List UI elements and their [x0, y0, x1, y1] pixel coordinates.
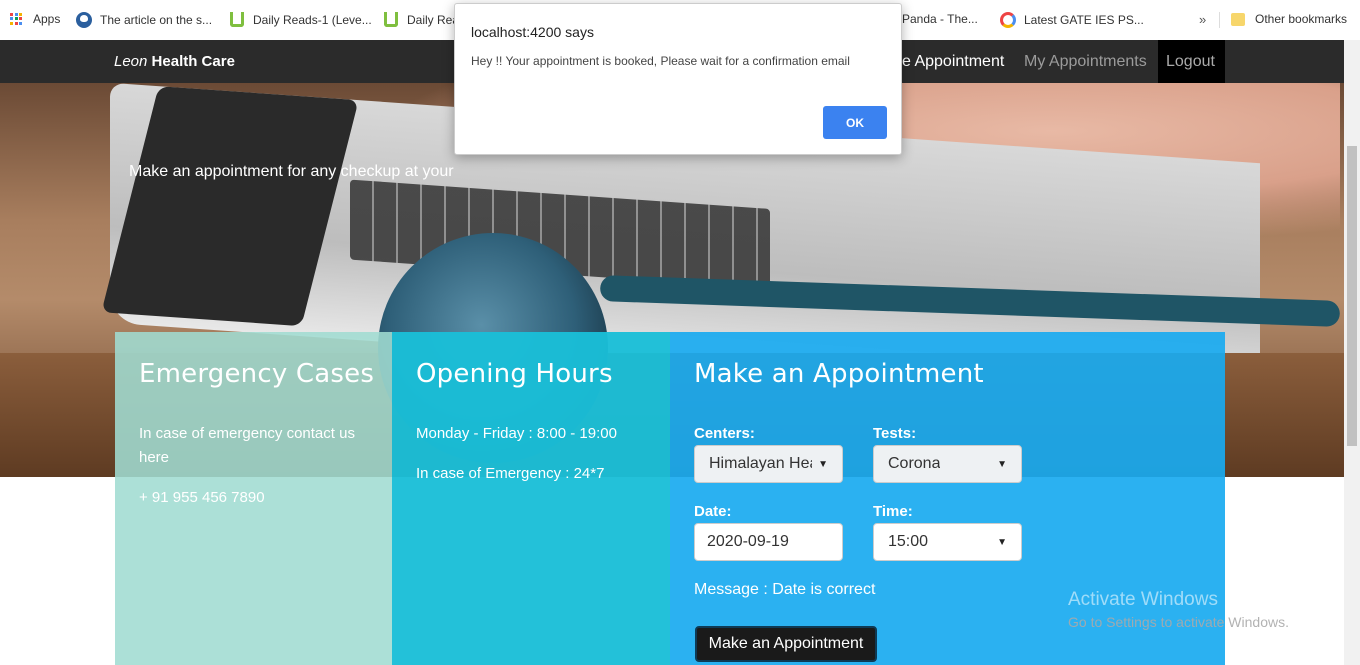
hero-tagline: Make an appointment for any checkup at y…: [129, 163, 454, 180]
alert-ok-button[interactable]: OK: [823, 106, 887, 139]
time-label: Time:: [873, 503, 913, 520]
bookmark-gate[interactable]: Latest GATE IES PS...: [1000, 12, 1144, 28]
appointment-title: Make an Appointment: [694, 359, 984, 389]
page-scrollbar[interactable]: [1344, 40, 1360, 665]
scrollbar-thumb[interactable]: [1347, 146, 1357, 446]
activate-windows-title: Activate Windows: [1068, 589, 1218, 610]
bookmark-label: Daily Rea: [407, 12, 460, 27]
emergency-phone: + 91 955 456 7890: [139, 489, 265, 506]
nav-make-appointment[interactable]: e Appointment: [902, 40, 1004, 83]
tests-label: Tests:: [873, 425, 917, 442]
folder-icon: [1231, 12, 1245, 26]
validation-message: Message : Date is correct: [694, 581, 876, 598]
other-bookmarks[interactable]: Other bookmarks: [1231, 12, 1347, 26]
apps-grid-icon: [10, 12, 23, 26]
emergency-text: In case of emergency contact us here: [139, 425, 355, 466]
emergency-hours: In case of Emergency : 24*7: [416, 465, 605, 482]
nav-my-appointments[interactable]: My Appointments: [1024, 40, 1147, 83]
globe-icon: [76, 12, 92, 28]
daily-reads-icon: [230, 12, 244, 27]
tests-select[interactable]: Corona ▼: [873, 445, 1022, 483]
chevron-down-icon: ▼: [997, 536, 1007, 548]
nav-logout[interactable]: Logout: [1158, 40, 1225, 83]
date-value: 2020-09-19: [707, 533, 789, 550]
make-appointment-button[interactable]: Make an Appointment: [695, 626, 877, 662]
emergency-title: Emergency Cases: [139, 359, 375, 389]
apps-bookmark[interactable]: Apps: [10, 12, 60, 26]
alert-title: localhost:4200 says: [471, 24, 594, 40]
activate-windows-subtitle: Go to Settings to activate Windows.: [1068, 614, 1289, 630]
tests-value: Corona: [888, 455, 941, 472]
alert-message: Hey !! Your appointment is booked, Pleas…: [471, 54, 850, 68]
date-input[interactable]: 2020-09-19: [694, 523, 843, 561]
centers-select[interactable]: Himalayan Hea ▼: [694, 445, 843, 483]
centers-label: Centers:: [694, 425, 755, 442]
date-label: Date:: [694, 503, 732, 520]
brand-bold: Health Care: [151, 53, 235, 70]
bookmark-daily-reads-2[interactable]: Daily Rea: [384, 12, 459, 27]
brand-italic: Leon: [114, 53, 148, 70]
bookmark-label: Panda - The...: [902, 12, 978, 26]
bookmarks-overflow-icon[interactable]: »: [1199, 12, 1206, 27]
chevron-down-icon: ▼: [997, 458, 1007, 470]
bookmark-daily-reads-1[interactable]: Daily Reads-1 (Leve...: [230, 12, 372, 27]
apps-label: Apps: [33, 12, 61, 26]
chevron-down-icon: ▼: [818, 458, 828, 470]
bookmarks-divider: [1219, 12, 1220, 28]
time-value: 15:00: [888, 533, 929, 550]
bookmark-label: Daily Reads-1 (Leve...: [253, 12, 372, 27]
brand[interactable]: Leon Health Care: [114, 53, 235, 70]
bookmark-label: Latest GATE IES PS...: [1024, 13, 1144, 27]
opening-hours-panel: Opening Hours Monday - Friday : 8:00 - 1…: [392, 332, 670, 665]
opening-hours-title: Opening Hours: [416, 359, 613, 389]
bookmark-article[interactable]: The article on the s...: [76, 12, 212, 28]
bookmark-panda[interactable]: Panda - The...: [902, 12, 978, 26]
bookmark-label: The article on the s...: [100, 13, 213, 27]
centers-value: Himalayan Hea: [709, 455, 813, 472]
other-bookmarks-label: Other bookmarks: [1255, 12, 1348, 26]
alert-dialog: localhost:4200 says Hey !! Your appointm…: [454, 3, 902, 155]
google-icon: [1000, 12, 1016, 28]
time-select[interactable]: 15:00 ▼: [873, 523, 1022, 561]
emergency-panel: Emergency Cases In case of emergency con…: [115, 332, 392, 665]
weekday-hours: Monday - Friday : 8:00 - 19:00: [416, 425, 617, 442]
daily-reads-icon: [384, 12, 398, 27]
